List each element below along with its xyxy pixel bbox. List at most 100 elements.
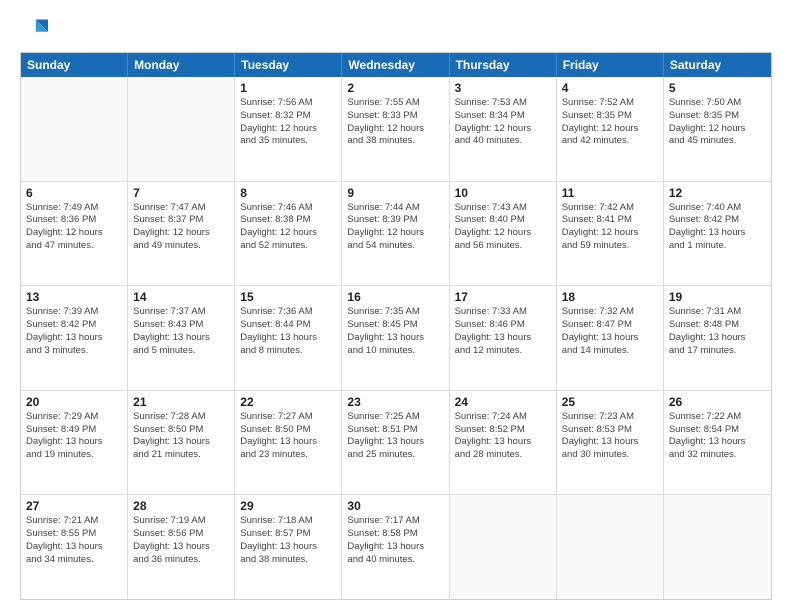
cell-line: Daylight: 12 hours (347, 227, 443, 240)
day-cell-19: 19Sunrise: 7:31 AMSunset: 8:48 PMDayligh… (664, 286, 771, 390)
cell-line: Sunrise: 7:28 AM (133, 411, 229, 424)
day-number: 14 (133, 290, 229, 304)
cell-line: Sunset: 8:37 PM (133, 214, 229, 227)
cell-line: and 1 minute. (669, 240, 766, 253)
cell-line: Daylight: 12 hours (240, 227, 336, 240)
cell-line: Daylight: 13 hours (669, 436, 766, 449)
logo (20, 16, 52, 44)
day-cell-3: 3Sunrise: 7:53 AMSunset: 8:34 PMDaylight… (450, 77, 557, 181)
day-cell-30: 30Sunrise: 7:17 AMSunset: 8:58 PMDayligh… (342, 495, 449, 599)
cell-line: and 14 minutes. (562, 345, 658, 358)
cell-line: and 49 minutes. (133, 240, 229, 253)
empty-cell (128, 77, 235, 181)
cell-line: Sunrise: 7:56 AM (240, 97, 336, 110)
cell-line: Daylight: 13 hours (240, 541, 336, 554)
day-cell-27: 27Sunrise: 7:21 AMSunset: 8:55 PMDayligh… (21, 495, 128, 599)
cell-line: and 47 minutes. (26, 240, 122, 253)
cell-line: Daylight: 12 hours (26, 227, 122, 240)
cell-line: Sunset: 8:54 PM (669, 424, 766, 437)
day-number: 20 (26, 395, 122, 409)
day-cell-29: 29Sunrise: 7:18 AMSunset: 8:57 PMDayligh… (235, 495, 342, 599)
day-cell-5: 5Sunrise: 7:50 AMSunset: 8:35 PMDaylight… (664, 77, 771, 181)
cell-line: and 56 minutes. (455, 240, 551, 253)
cell-line: Daylight: 12 hours (562, 227, 658, 240)
cell-line: Sunset: 8:33 PM (347, 110, 443, 123)
day-number: 21 (133, 395, 229, 409)
cell-line: Sunset: 8:55 PM (26, 528, 122, 541)
cell-line: and 28 minutes. (455, 449, 551, 462)
calendar-row-4: 20Sunrise: 7:29 AMSunset: 8:49 PMDayligh… (21, 391, 771, 496)
cell-line: Sunset: 8:39 PM (347, 214, 443, 227)
day-number: 27 (26, 499, 122, 513)
cell-line: Sunrise: 7:32 AM (562, 306, 658, 319)
cell-line: Sunrise: 7:47 AM (133, 202, 229, 215)
cell-line: Sunset: 8:56 PM (133, 528, 229, 541)
cell-line: Sunrise: 7:31 AM (669, 306, 766, 319)
cell-line: and 23 minutes. (240, 449, 336, 462)
cell-line: Sunset: 8:34 PM (455, 110, 551, 123)
cell-line: Sunset: 8:53 PM (562, 424, 658, 437)
cell-line: Daylight: 13 hours (347, 436, 443, 449)
cell-line: Daylight: 13 hours (133, 332, 229, 345)
day-cell-26: 26Sunrise: 7:22 AMSunset: 8:54 PMDayligh… (664, 391, 771, 495)
cell-line: Sunrise: 7:33 AM (455, 306, 551, 319)
header (20, 16, 772, 44)
day-number: 5 (669, 81, 766, 95)
cell-line: Sunrise: 7:44 AM (347, 202, 443, 215)
header-day-monday: Monday (128, 53, 235, 77)
cell-line: Sunset: 8:43 PM (133, 319, 229, 332)
cell-line: Daylight: 13 hours (240, 436, 336, 449)
cell-line: Daylight: 12 hours (455, 227, 551, 240)
day-number: 17 (455, 290, 551, 304)
cell-line: Sunrise: 7:19 AM (133, 515, 229, 528)
cell-line: Sunrise: 7:49 AM (26, 202, 122, 215)
page: SundayMondayTuesdayWednesdayThursdayFrid… (0, 0, 792, 612)
cell-line: Sunrise: 7:18 AM (240, 515, 336, 528)
day-cell-25: 25Sunrise: 7:23 AMSunset: 8:53 PMDayligh… (557, 391, 664, 495)
cell-line: Sunrise: 7:24 AM (455, 411, 551, 424)
cell-line: Sunrise: 7:27 AM (240, 411, 336, 424)
calendar-row-2: 6Sunrise: 7:49 AMSunset: 8:36 PMDaylight… (21, 182, 771, 287)
day-cell-4: 4Sunrise: 7:52 AMSunset: 8:35 PMDaylight… (557, 77, 664, 181)
cell-line: Daylight: 13 hours (26, 332, 122, 345)
cell-line: Sunset: 8:35 PM (562, 110, 658, 123)
cell-line: Sunset: 8:51 PM (347, 424, 443, 437)
day-number: 15 (240, 290, 336, 304)
cell-line: Sunset: 8:45 PM (347, 319, 443, 332)
day-number: 2 (347, 81, 443, 95)
header-day-thursday: Thursday (450, 53, 557, 77)
cell-line: and 12 minutes. (455, 345, 551, 358)
calendar-row-1: 1Sunrise: 7:56 AMSunset: 8:32 PMDaylight… (21, 77, 771, 182)
cell-line: and 38 minutes. (347, 135, 443, 148)
cell-line: and 25 minutes. (347, 449, 443, 462)
day-cell-13: 13Sunrise: 7:39 AMSunset: 8:42 PMDayligh… (21, 286, 128, 390)
header-day-tuesday: Tuesday (235, 53, 342, 77)
cell-line: and 40 minutes. (455, 135, 551, 148)
day-number: 28 (133, 499, 229, 513)
day-number: 7 (133, 186, 229, 200)
day-number: 3 (455, 81, 551, 95)
day-number: 8 (240, 186, 336, 200)
cell-line: Sunset: 8:32 PM (240, 110, 336, 123)
cell-line: Sunset: 8:36 PM (26, 214, 122, 227)
cell-line: Daylight: 13 hours (669, 332, 766, 345)
day-cell-8: 8Sunrise: 7:46 AMSunset: 8:38 PMDaylight… (235, 182, 342, 286)
cell-line: and 19 minutes. (26, 449, 122, 462)
cell-line: Sunset: 8:52 PM (455, 424, 551, 437)
day-cell-2: 2Sunrise: 7:55 AMSunset: 8:33 PMDaylight… (342, 77, 449, 181)
cell-line: Sunrise: 7:55 AM (347, 97, 443, 110)
header-day-friday: Friday (557, 53, 664, 77)
cell-line: and 3 minutes. (26, 345, 122, 358)
day-cell-20: 20Sunrise: 7:29 AMSunset: 8:49 PMDayligh… (21, 391, 128, 495)
cell-line: Sunset: 8:48 PM (669, 319, 766, 332)
logo-icon (20, 16, 48, 44)
cell-line: Daylight: 13 hours (240, 332, 336, 345)
day-cell-6: 6Sunrise: 7:49 AMSunset: 8:36 PMDaylight… (21, 182, 128, 286)
header-day-saturday: Saturday (664, 53, 771, 77)
cell-line: and 38 minutes. (240, 554, 336, 567)
cell-line: Sunrise: 7:37 AM (133, 306, 229, 319)
day-number: 25 (562, 395, 658, 409)
cell-line: Daylight: 13 hours (347, 332, 443, 345)
day-number: 13 (26, 290, 122, 304)
calendar: SundayMondayTuesdayWednesdayThursdayFrid… (20, 52, 772, 600)
